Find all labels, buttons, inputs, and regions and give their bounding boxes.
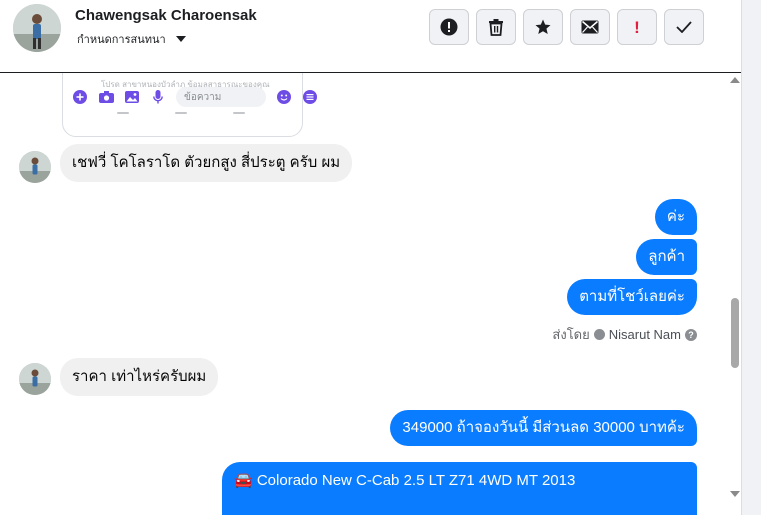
attachment-nav-bar: [117, 112, 245, 114]
done-button[interactable]: [664, 9, 704, 45]
report-button[interactable]: [429, 9, 469, 45]
nav-line: [233, 112, 245, 114]
checkmark-icon: [676, 21, 692, 33]
assign-conversation-dropdown[interactable]: กำหนดการสนทนา: [77, 30, 186, 48]
sent-by-prefix: ส่งโดย: [552, 327, 590, 342]
incoming-message[interactable]: ราคา เท่าไหร่ครับผม: [60, 358, 219, 396]
mark-unread-button[interactable]: [570, 9, 610, 45]
side-panel-edge: [741, 0, 761, 515]
incoming-message[interactable]: เชฟวี่ โคโลราโด ตัวยกสูง สี่ประตู ครับ ผ…: [60, 144, 353, 182]
scroll-up-arrow-icon[interactable]: [730, 77, 740, 83]
thread-scrollbar[interactable]: [728, 73, 741, 515]
sender-avatar[interactable]: [19, 151, 51, 183]
contact-avatar[interactable]: [13, 4, 61, 52]
contact-name[interactable]: Chawengsak Charoensak: [75, 7, 257, 24]
scroll-down-arrow-icon[interactable]: [730, 491, 740, 497]
outgoing-product-card[interactable]: 🚘 Colorado New C-Cab 2.5 LT Z71 4WD MT 2…: [222, 462, 697, 515]
sent-by-label: ส่งโดย Nisarut Nam ?: [552, 324, 697, 345]
caret-down-icon: [175, 36, 186, 42]
nav-line: [175, 112, 187, 114]
help-icon[interactable]: ?: [685, 328, 697, 341]
sender-avatar[interactable]: [19, 363, 51, 395]
assign-label: กำหนดการสนทนา: [77, 34, 166, 46]
check-circle-icon: [593, 329, 605, 340]
exclamation-icon: !: [634, 17, 640, 37]
nav-line: [117, 112, 129, 114]
plus-circle-icon: [72, 89, 88, 105]
report-icon: [440, 18, 458, 36]
scroll-thumb[interactable]: [731, 298, 739, 368]
emoji-icon: [276, 89, 292, 105]
attachment-input-placeholder: ข้อความ: [176, 87, 266, 107]
camera-icon: [98, 89, 114, 105]
image-icon: [124, 89, 140, 105]
message-thread: โปรด สาขาหนองบัวลำภู ข้อมูลสาธารณะของคุณ…: [0, 73, 741, 515]
menu-icon: [302, 89, 318, 105]
microphone-icon: [150, 89, 166, 105]
star-button[interactable]: [523, 9, 563, 45]
divider: [741, 0, 742, 515]
star-icon: [534, 18, 552, 36]
shared-image-attachment[interactable]: โปรด สาขาหนองบัวลำภู ข้อมูลสาธารณะของคุณ…: [62, 73, 317, 137]
outgoing-message[interactable]: ลูกค้า: [636, 239, 697, 275]
action-toolbar: !: [429, 9, 704, 45]
attachment-composer-bar: ข้อความ: [72, 87, 318, 107]
spam-button[interactable]: !: [617, 9, 657, 45]
sent-by-name[interactable]: Nisarut Nam: [609, 327, 681, 342]
delete-button[interactable]: [476, 9, 516, 45]
outgoing-message[interactable]: ค่ะ: [654, 199, 697, 235]
trash-icon: [488, 18, 504, 36]
outgoing-message[interactable]: 349000 ถ้าจองวันนี้ มีส่วนลด 30000 บาทค้…: [390, 410, 697, 446]
outgoing-message[interactable]: ตามที่โชว์เลยค่ะ: [567, 279, 697, 315]
envelope-icon: [581, 20, 599, 34]
conversation-header: Chawengsak Charoensak กำหนดการสนทนา !: [0, 0, 741, 73]
